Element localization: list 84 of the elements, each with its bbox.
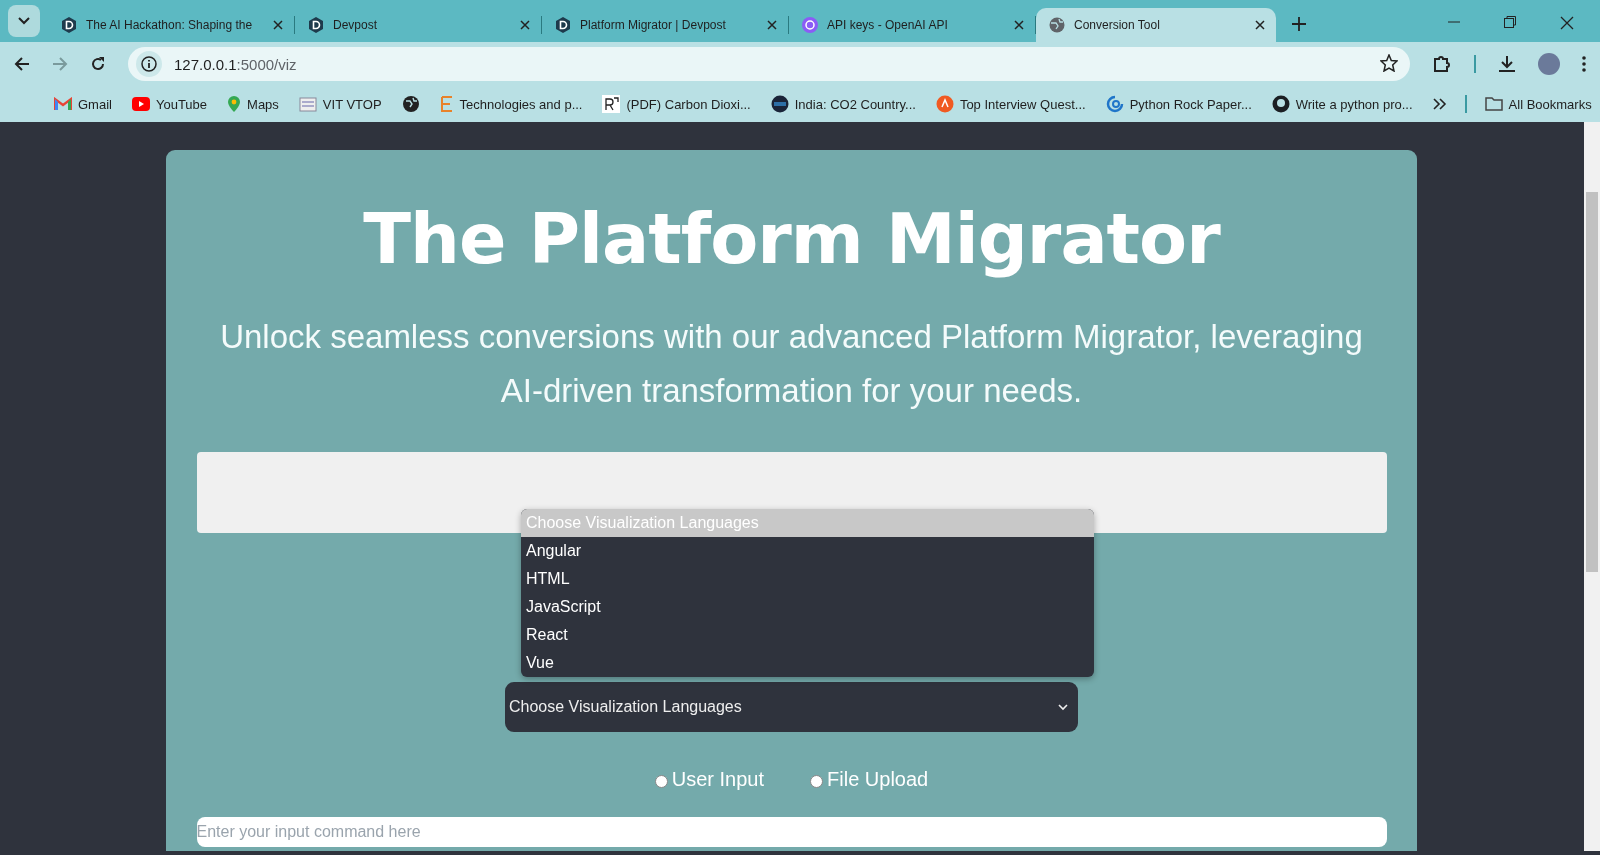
play-icon (131, 97, 150, 111)
input-field[interactable]: Enter your input command here (196, 817, 1387, 847)
hexagon-icon (554, 16, 572, 34)
site-info-button[interactable] (136, 51, 162, 77)
folder-icon (1484, 97, 1503, 111)
browser-tab[interactable]: The AI Hackathon: Shaping the (48, 8, 294, 42)
double-chevron-icon[interactable] (1432, 98, 1447, 110)
more-vertical-icon[interactable] (1582, 56, 1586, 72)
url-text: 127.0.0.1:5000/viz (174, 55, 297, 73)
bookmark[interactable]: Write a python pro... (1271, 95, 1413, 113)
data-circle-icon (770, 95, 789, 113)
plus-icon[interactable] (1292, 17, 1306, 31)
bookmark-label: Top Interview Quest... (959, 96, 1086, 112)
scrollbar-thumb[interactable] (1586, 192, 1598, 572)
tab-search-button[interactable] (8, 5, 40, 37)
globe-icon (401, 95, 420, 113)
bookmark-label: Write a python pro... (1295, 96, 1413, 112)
bookmark-label: VIT VTOP (322, 96, 382, 112)
puzzle-icon[interactable] (1432, 54, 1452, 74)
bookmark[interactable]: India: CO2 Country... (770, 95, 916, 113)
bookmark[interactable]: YouTube (131, 96, 208, 112)
dropdown-option[interactable]: Vue (521, 649, 1094, 677)
bookmark[interactable]: Python Rock Paper... (1105, 95, 1252, 113)
bookmark-label: (PDF) Carbon Dioxi... (626, 96, 751, 112)
restore-icon[interactable] (1504, 16, 1516, 28)
address-bar[interactable]: 127.0.0.1:5000/viz (128, 47, 1410, 81)
bookmark-label: YouTube (155, 96, 208, 112)
bookmark[interactable]: (PDF) Carbon Dioxi... (602, 95, 751, 113)
bookmark-label: Python Rock Paper... (1129, 96, 1252, 112)
bookmark[interactable]: Gmail (54, 96, 112, 112)
swirl-icon (1105, 95, 1124, 113)
tab-title: The AI Hackathon: Shaping the (86, 18, 254, 32)
download-icon[interactable] (1498, 55, 1516, 73)
tab-title: Platform Migrator | Devpost (580, 18, 727, 32)
radio-button[interactable] (810, 775, 824, 788)
dropdown-option[interactable]: React (521, 621, 1094, 649)
map-pin-icon (227, 95, 242, 113)
flower-icon (801, 16, 819, 34)
chevron-down-icon (18, 17, 30, 25)
bookmark[interactable]: Maps (227, 95, 279, 113)
avatar-icon[interactable] (1538, 53, 1560, 75)
tab-title: Devpost (333, 18, 379, 32)
dropdown-option[interactable]: JavaScript (521, 593, 1094, 621)
language-select[interactable]: Choose Visualization Languages (505, 682, 1078, 732)
back-arrow-icon[interactable] (14, 56, 30, 72)
page-subtitle: Unlock seamless conversions with our advanced Platform Migrator, leveraging AI-driven transformation for your needs. (219, 317, 1364, 411)
bookmark[interactable] (401, 95, 420, 113)
bookmark-label: Maps (247, 96, 279, 112)
all-bookmarks-button[interactable]: All Bookmarks (1484, 96, 1592, 112)
globe-icon (1048, 16, 1066, 34)
tab-title: Conversion Tool (1074, 18, 1161, 32)
close-icon[interactable] (1013, 19, 1025, 31)
close-icon[interactable] (1560, 16, 1574, 30)
hexagon-icon (60, 16, 78, 34)
bookmark[interactable]: Technologies and p... (439, 95, 583, 113)
bookmark-label: Technologies and p... (459, 96, 583, 112)
chevron-down-icon (1058, 703, 1068, 711)
star-icon[interactable] (1380, 53, 1398, 72)
bookmark-label: Gmail (78, 96, 112, 112)
letter-e-icon (439, 95, 454, 113)
browser-tab[interactable]: Conversion Tool (1036, 8, 1276, 42)
circle-logo-icon (935, 95, 954, 113)
close-icon[interactable] (1254, 19, 1266, 31)
scrollbar[interactable] (1584, 122, 1600, 851)
envelope-icon (54, 97, 72, 111)
browser-tab[interactable]: Devpost (295, 8, 541, 42)
bookmark-label: India: CO2 Country... (794, 96, 916, 112)
bookmark[interactable]: VIT VTOP (298, 95, 382, 113)
hexagon-icon (307, 16, 325, 34)
dropdown-option[interactable]: HTML (521, 565, 1094, 593)
browser-tab[interactable]: Platform Migrator | Devpost (542, 8, 788, 42)
close-icon[interactable] (272, 19, 284, 31)
building-icon (298, 95, 317, 113)
info-icon (141, 56, 157, 72)
page-title: The Platform Migrator (363, 198, 1220, 280)
reload-icon[interactable] (90, 56, 106, 72)
browser-tab[interactable]: API keys - OpenAI API (789, 8, 1035, 42)
dropdown-option[interactable]: Angular (521, 537, 1094, 565)
tab-title: API keys - OpenAI API (827, 18, 949, 32)
bookmark[interactable]: Top Interview Quest... (935, 95, 1086, 113)
rg-logo-icon (602, 95, 621, 113)
radio-button[interactable] (654, 775, 668, 788)
close-icon[interactable] (519, 19, 531, 31)
close-icon[interactable] (766, 19, 778, 31)
